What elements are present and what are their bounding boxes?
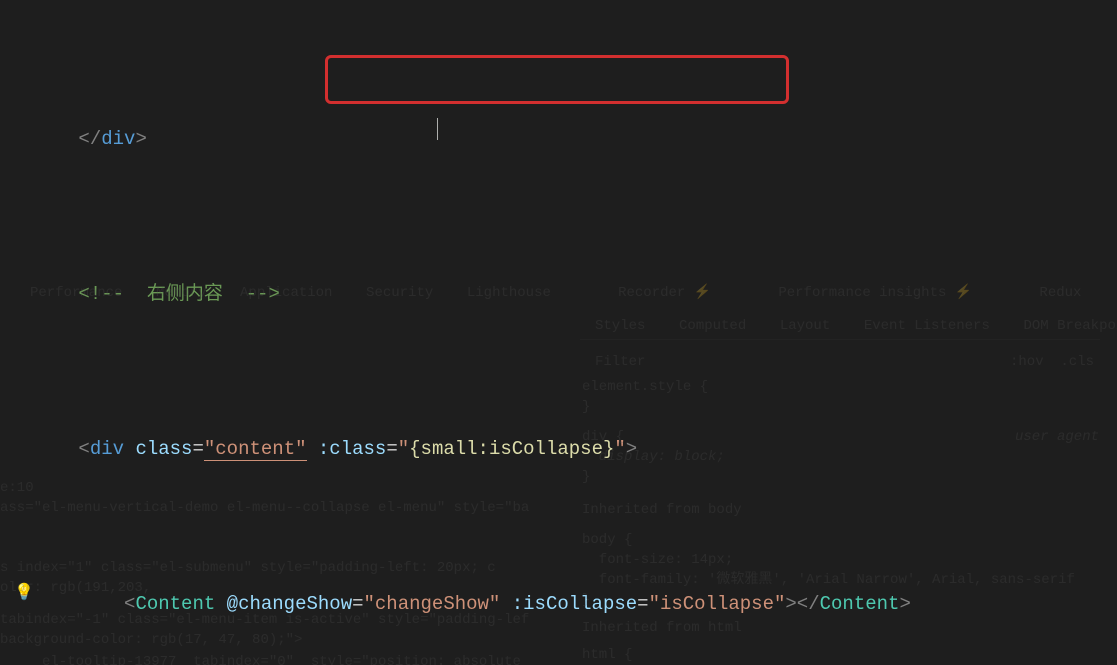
code-line[interactable]: </div> xyxy=(0,124,1117,155)
ghost-rule: font-size: 14px; xyxy=(582,550,733,570)
ghost-rule: } xyxy=(582,397,590,417)
comment: <!-- 右侧内容 --> xyxy=(78,283,279,305)
ghost-left: ass="el-menu-vertical-demo el-menu--coll… xyxy=(0,498,529,518)
ghost-filter: Filter xyxy=(595,352,645,372)
code-line[interactable]: <div class="content" :class="{small:isCo… xyxy=(0,434,1117,465)
ghost-rule: element.style { xyxy=(582,377,708,397)
code-editor[interactable]: </div> <!-- 右侧内容 --> <div class="content… xyxy=(0,0,1117,665)
ghost-rule: } xyxy=(582,467,590,487)
lightbulb-icon[interactable]: 💡 xyxy=(14,578,34,609)
ghost-hov: :hov .cls xyxy=(1010,352,1094,372)
ghost-subtabs: Styles Computed Layout Event Listeners D… xyxy=(595,316,1117,336)
ghost-left: e:10 xyxy=(0,478,34,498)
annotation-box xyxy=(325,55,789,104)
ghost-rule: html { xyxy=(582,645,632,665)
ghost-rule: body { xyxy=(582,530,632,550)
ghost-left: s index="1" class="el-submenu" style="pa… xyxy=(0,558,496,578)
code-line[interactable]: <!-- 右侧内容 --> xyxy=(0,279,1117,310)
ghost-left: background-color: rgb(17, 47, 80);"> xyxy=(0,630,302,650)
ghost-inh: Inherited from html xyxy=(582,618,742,638)
ghost-inh: Inherited from body xyxy=(582,500,742,520)
text-cursor xyxy=(437,118,438,140)
code-line[interactable]: <Content @changeShow="changeShow" :isCol… xyxy=(0,589,1117,620)
ghost-rule: font-family: '微软雅黑', 'Arial Narrow', Ari… xyxy=(582,570,1075,590)
ghost-left: el-tooltip-13977 tabindex="0" style="pos… xyxy=(0,652,521,665)
